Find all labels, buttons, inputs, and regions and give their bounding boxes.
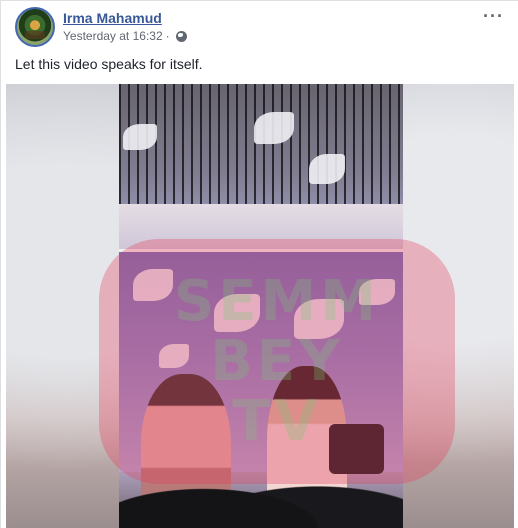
post-meta: Yesterday at 16:32 · — [63, 29, 187, 43]
decor-flower — [254, 112, 294, 144]
author-name-link[interactable]: Irma Mahamud — [63, 10, 162, 26]
timestamp-link[interactable]: Yesterday at 16:32 — [63, 29, 163, 43]
globe-icon[interactable] — [175, 30, 187, 42]
post-message: Let this video speaks for itself. — [15, 56, 203, 72]
video-player[interactable]: SEMM BEY TV — [6, 84, 514, 528]
watermark-text: SEMM BEY TV — [173, 268, 381, 454]
avatar[interactable] — [15, 7, 55, 47]
watermark-line: BEY — [210, 328, 344, 394]
decor-flower — [309, 154, 345, 184]
facebook-post: Irma Mahamud Yesterday at 16:32 · ··· Le… — [0, 0, 518, 528]
post-header: Irma Mahamud Yesterday at 16:32 · ··· — [15, 7, 508, 49]
watermark-line: SEMM — [173, 268, 381, 334]
meta-separator: · — [165, 29, 170, 43]
watermark-logo: SEMM BEY TV — [99, 239, 455, 484]
ellipsis-icon[interactable]: ··· — [483, 7, 504, 25]
decor-flower — [123, 124, 157, 150]
watermark-line: TV — [232, 388, 322, 454]
